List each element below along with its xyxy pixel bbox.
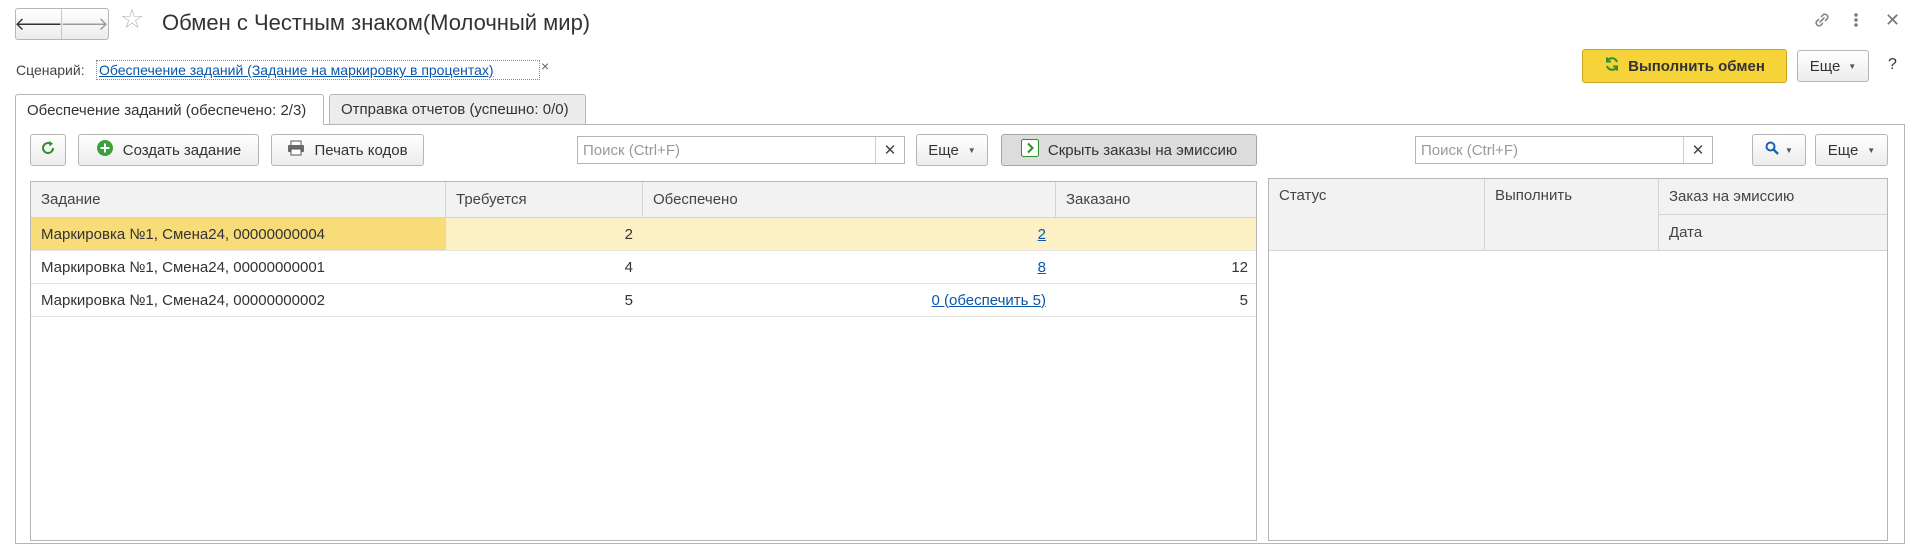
link-icon[interactable] (1812, 10, 1832, 35)
right-search-button[interactable]: ▼ (1752, 134, 1806, 166)
left-search-input[interactable] (578, 137, 875, 163)
printer-icon (287, 140, 305, 161)
ordered-cell: 12 (1231, 258, 1248, 276)
column-header-provided[interactable]: Обеспечено (643, 182, 1056, 218)
back-button[interactable]: 🡐 (14, 9, 63, 39)
plus-circle-icon (96, 139, 114, 162)
create-task-label: Создать задание (122, 141, 242, 159)
close-icon[interactable]: ✕ (1885, 10, 1900, 31)
task-cell: Маркировка №1, Смена24, 00000000004 (31, 218, 446, 250)
column-header-ordered[interactable]: Заказано (1056, 182, 1256, 218)
table-row[interactable]: Маркировка №1, Смена24, 00000000002 5 0 … (31, 284, 1256, 317)
right-more-button[interactable]: Еще ▼ (1815, 134, 1888, 166)
window-title: Обмен с Честным знаком(Молочный мир) (162, 10, 591, 35)
scenario-label: Сценарий: (16, 62, 85, 78)
ordered-cell (1056, 218, 1256, 250)
provided-link[interactable]: 8 (1038, 259, 1046, 276)
arrow-right-icon: 🡒 (60, 13, 109, 34)
chevron-down-icon: ▼ (967, 145, 976, 155)
scenario-clear-icon[interactable]: × (541, 58, 549, 74)
refresh-icon (40, 140, 56, 161)
column-header-date[interactable]: Дата (1659, 215, 1887, 251)
chevron-right-box-icon (1020, 138, 1039, 162)
table-row[interactable]: Маркировка №1, Смена24, 00000000004 2 2 (31, 218, 1256, 251)
task-cell: Маркировка №1, Смена24, 00000000002 (41, 291, 326, 309)
column-header-required[interactable]: Требуется (446, 182, 643, 218)
table-row[interactable]: Маркировка №1, Смена24, 00000000001 4 8 … (31, 251, 1256, 284)
provided-link[interactable]: 0 (обеспечить 5) (932, 292, 1046, 309)
tab-label: Отправка отчетов (успешно: 0/0) (341, 101, 569, 118)
chevron-down-icon: ▼ (1848, 61, 1857, 71)
left-search-field[interactable]: ✕ (577, 136, 905, 164)
favorite-star-icon[interactable]: ☆ (120, 6, 144, 33)
left-search-clear-icon[interactable]: ✕ (875, 137, 904, 163)
ordered-cell: 5 (1239, 291, 1248, 309)
column-header-execute[interactable]: Выполнить (1485, 179, 1659, 251)
chevron-down-icon: ▼ (1785, 145, 1793, 155)
column-header-task[interactable]: Задание (31, 182, 446, 218)
print-codes-button[interactable]: Печать кодов (271, 134, 424, 166)
vertical-dots-icon[interactable] (1853, 10, 1859, 35)
task-cell: Маркировка №1, Смена24, 00000000001 (41, 258, 326, 276)
tab-task-provision[interactable]: Обеспечение заданий (обеспечено: 2/3) (15, 94, 324, 125)
arrow-left-icon: 🡐 (14, 13, 63, 34)
required-cell: 4 (624, 258, 633, 276)
navigation-group: 🡐 🡒 (14, 8, 109, 40)
left-more-label: Еще (928, 141, 959, 159)
right-search-input[interactable] (1416, 137, 1683, 163)
left-more-button[interactable]: Еще ▼ (916, 134, 988, 166)
sync-icon (1604, 56, 1620, 77)
right-more-label: Еще (1827, 141, 1859, 159)
hide-emission-orders-label: Скрыть заказы на эмиссию (1047, 141, 1238, 159)
print-codes-label: Печать кодов (314, 141, 408, 159)
tab-label: Обеспечение заданий (обеспечено: 2/3) (27, 101, 307, 119)
column-header-emission-order[interactable]: Заказ на эмиссию (1659, 179, 1887, 215)
scenario-link[interactable]: Обеспечение заданий (Задание на маркиров… (96, 60, 540, 80)
hide-emission-orders-toggle[interactable]: Скрыть заказы на эмиссию (1001, 134, 1257, 166)
magnifier-icon (1765, 141, 1779, 160)
header-more-label: Еще (1809, 57, 1841, 75)
column-header-status[interactable]: Статус (1269, 179, 1485, 251)
required-cell: 2 (624, 225, 633, 243)
forward-button[interactable]: 🡒 (60, 9, 109, 39)
create-task-button[interactable]: Создать задание (78, 134, 259, 166)
chevron-down-icon: ▼ (1867, 145, 1876, 155)
emission-orders-table: Статус Выполнить Заказ на эмиссию Дата (1268, 178, 1888, 541)
execute-exchange-button[interactable]: Выполнить обмен (1582, 49, 1787, 83)
required-cell: 5 (624, 291, 633, 309)
refresh-button[interactable] (30, 134, 66, 166)
right-search-field[interactable]: ✕ (1415, 136, 1713, 164)
execute-exchange-label: Выполнить обмен (1628, 57, 1765, 75)
right-search-clear-icon[interactable]: ✕ (1683, 137, 1712, 163)
provided-link[interactable]: 2 (1038, 226, 1046, 243)
header-more-button[interactable]: Еще ▼ (1797, 50, 1869, 82)
help-button[interactable]: ? (1888, 56, 1897, 74)
tab-report-sending[interactable]: Отправка отчетов (успешно: 0/0) (329, 94, 586, 124)
tasks-table: Задание Требуется Обеспечено Заказано Ма… (30, 181, 1257, 541)
